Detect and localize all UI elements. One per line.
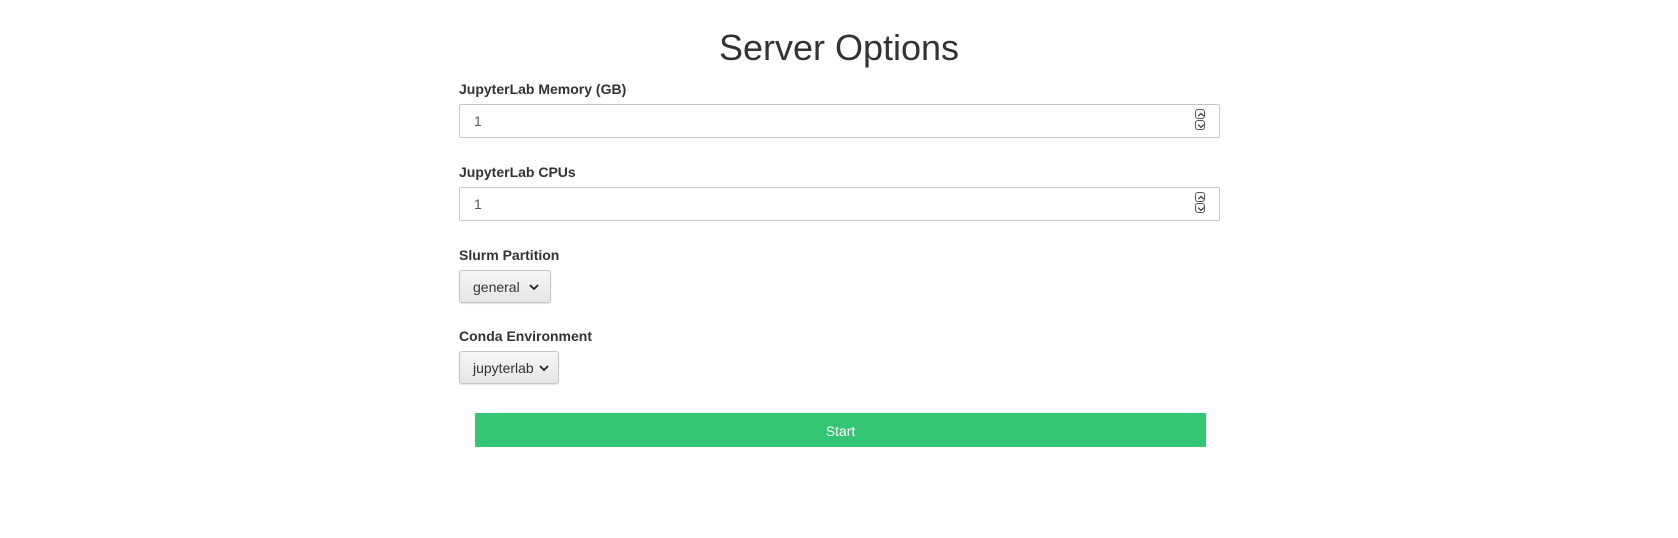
start-button[interactable]: Start — [475, 413, 1206, 447]
chevron-down-icon — [539, 364, 549, 371]
conda-env-selected-value: jupyterlab — [473, 359, 534, 376]
cpus-spinner[interactable] — [1195, 192, 1207, 216]
chevron-down-icon — [529, 283, 539, 290]
chevron-up-icon — [1197, 195, 1205, 200]
cpus-label: JupyterLab CPUs — [459, 164, 576, 180]
cpus-decrement-button[interactable] — [1195, 203, 1205, 213]
server-options-form: JupyterLab Memory (GB) 1 JupyterLab CPUs… — [459, 80, 1220, 384]
cpus-increment-button[interactable] — [1195, 192, 1205, 202]
cpus-input[interactable]: 1 — [459, 187, 1220, 221]
chevron-down-icon — [1197, 207, 1205, 212]
partition-label: Slurm Partition — [459, 247, 560, 263]
partition-select[interactable]: general — [459, 270, 551, 303]
conda-env-select[interactable]: jupyterlab — [459, 351, 559, 384]
chevron-down-icon — [1197, 124, 1205, 129]
memory-increment-button[interactable] — [1195, 109, 1205, 119]
memory-decrement-button[interactable] — [1195, 120, 1205, 130]
cpus-value: 1 — [474, 196, 482, 212]
server-options-page: Server Options JupyterLab Memory (GB) 1 … — [0, 0, 1678, 538]
chevron-up-icon — [1197, 112, 1205, 117]
memory-spinner[interactable] — [1195, 109, 1207, 133]
conda-env-label: Conda Environment — [459, 328, 593, 344]
partition-selected-value: general — [473, 278, 520, 295]
memory-value: 1 — [474, 113, 482, 129]
memory-input[interactable]: 1 — [459, 104, 1220, 138]
memory-label: JupyterLab Memory (GB) — [459, 81, 627, 97]
page-title: Server Options — [718, 27, 960, 68]
